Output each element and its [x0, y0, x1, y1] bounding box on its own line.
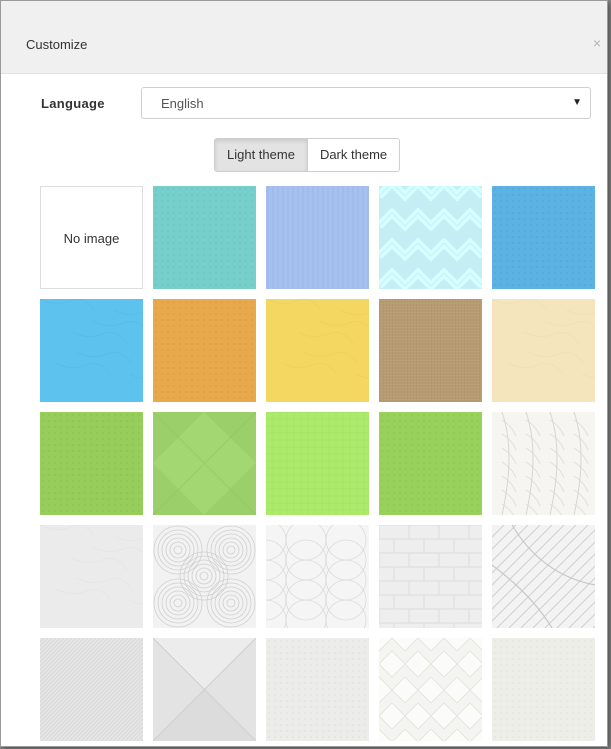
- texture-swatch: [40, 638, 143, 741]
- background-tile-white-argyle[interactable]: [379, 638, 482, 741]
- texture-swatch: [492, 299, 595, 402]
- texture-swatch: [266, 525, 369, 628]
- background-tile-grey-marble[interactable]: [40, 525, 143, 628]
- background-tile-orange-canvas[interactable]: [153, 299, 256, 402]
- texture-swatch: [379, 412, 482, 515]
- background-tile-white-bricks[interactable]: [379, 525, 482, 628]
- background-tile-no-image[interactable]: No image: [40, 186, 143, 289]
- texture-swatch: [492, 638, 595, 741]
- background-tile-grey-pyramid[interactable]: [153, 638, 256, 741]
- language-select-value: English: [161, 96, 204, 111]
- texture-swatch: [153, 299, 256, 402]
- texture-swatch: [40, 525, 143, 628]
- texture-swatch: [266, 638, 369, 741]
- background-tile-blue-stripes[interactable]: [266, 186, 369, 289]
- background-tile-yellow-plaster[interactable]: [266, 299, 369, 402]
- texture-swatch: [379, 299, 482, 402]
- customize-dialog: Customize × Language English ▼ Light the…: [0, 0, 608, 747]
- texture-swatch: [153, 412, 256, 515]
- texture-swatch: [153, 186, 256, 289]
- background-tile-bright-blue-plaster[interactable]: [40, 299, 143, 402]
- dialog-titlebar: Customize ×: [1, 1, 607, 74]
- close-icon[interactable]: ×: [593, 35, 601, 51]
- no-image-label: No image: [63, 231, 120, 246]
- dark-theme-button[interactable]: Dark theme: [307, 139, 400, 171]
- background-tile-white-scales[interactable]: [266, 525, 369, 628]
- background-tile-white-circles[interactable]: [153, 525, 256, 628]
- light-theme-button[interactable]: Light theme: [215, 139, 308, 171]
- background-tile-grey-diagonal[interactable]: [40, 638, 143, 741]
- texture-swatch: [266, 186, 369, 289]
- texture-swatch: [492, 525, 595, 628]
- language-select[interactable]: English ▼: [141, 87, 591, 119]
- texture-swatch: [379, 186, 482, 289]
- background-tile-light-beige-dots[interactable]: [266, 638, 369, 741]
- texture-swatch: [492, 186, 595, 289]
- texture-swatch: [266, 412, 369, 515]
- background-tile-beige-texture[interactable]: [492, 638, 595, 741]
- theme-toggle-group: Light theme Dark theme: [214, 138, 401, 172]
- background-tile-light-cyan-chevron[interactable]: [379, 186, 482, 289]
- texture-swatch: [379, 638, 482, 741]
- background-tile-green-plain[interactable]: [379, 412, 482, 515]
- dialog-title: Customize: [26, 37, 88, 52]
- background-tile-green-dots[interactable]: [40, 412, 143, 515]
- texture-swatch: [379, 525, 482, 628]
- texture-swatch: [492, 412, 595, 515]
- background-tile-burlap[interactable]: [379, 299, 482, 402]
- background-tile-cream-paper[interactable]: [492, 299, 595, 402]
- chevron-down-icon: ▼: [572, 97, 582, 108]
- background-tile-teal-fabric[interactable]: [153, 186, 256, 289]
- texture-swatch: [40, 299, 143, 402]
- texture-swatch: [266, 299, 369, 402]
- background-tile-white-geometric[interactable]: [492, 525, 595, 628]
- texture-swatch: [153, 525, 256, 628]
- background-tile-sky-blue-fabric[interactable]: [492, 186, 595, 289]
- background-tile-white-leaves[interactable]: [492, 412, 595, 515]
- background-tile-green-diamonds[interactable]: [153, 412, 256, 515]
- texture-swatch: [153, 638, 256, 741]
- texture-swatch: [40, 412, 143, 515]
- background-tile-lime-grid[interactable]: [266, 412, 369, 515]
- language-label: Language: [41, 96, 105, 111]
